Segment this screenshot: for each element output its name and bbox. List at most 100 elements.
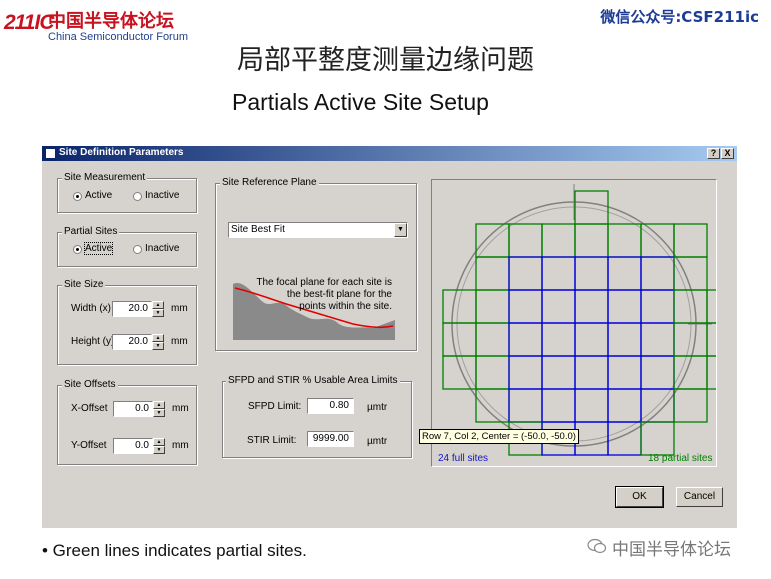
partial-site-cell[interactable]	[508, 223, 543, 258]
full-site-cell[interactable]	[541, 355, 576, 390]
full-site-cell[interactable]	[508, 355, 543, 390]
site-measurement-active-radio[interactable]	[73, 192, 82, 201]
logo-chinese-name: 中国半导体论坛	[48, 11, 174, 32]
partial-site-cell[interactable]	[442, 322, 477, 357]
close-button[interactable]: X	[721, 148, 734, 159]
full-site-cell[interactable]	[607, 388, 642, 423]
partial-sites-active-label[interactable]: Active	[83, 242, 114, 255]
partial-sites-count: 18 partial sites	[648, 453, 713, 464]
partial-site-cell[interactable]	[475, 388, 510, 423]
width-spinner[interactable]: ▲ ▼	[152, 301, 164, 317]
partial-site-cell[interactable]	[706, 355, 716, 390]
full-site-cell[interactable]	[541, 388, 576, 423]
full-sites-count: 24 full sites	[438, 453, 489, 464]
full-site-cell[interactable]	[640, 322, 675, 357]
full-site-cell[interactable]	[541, 322, 576, 357]
wechat-icon	[587, 538, 607, 554]
site-measurement-inactive-label[interactable]: Inactive	[145, 190, 179, 201]
full-site-cell[interactable]	[541, 289, 576, 324]
site-reference-plane-legend: Site Reference Plane	[220, 177, 319, 188]
stir-limit-unit: µmtr	[367, 436, 388, 447]
chevron-down-icon[interactable]: ▼	[394, 223, 407, 237]
full-site-cell[interactable]	[607, 256, 642, 291]
site-grid	[442, 190, 716, 456]
width-input[interactable]: 20.0	[112, 301, 152, 317]
height-spinner[interactable]: ▲ ▼	[152, 334, 164, 350]
full-site-cell[interactable]	[574, 256, 609, 291]
wechat-account: 微信公众号:CSF211ic	[600, 8, 759, 26]
ok-button[interactable]: OK	[615, 486, 664, 508]
full-site-cell[interactable]	[508, 256, 543, 291]
y-offset-input[interactable]: 0.0	[113, 438, 153, 454]
full-site-cell[interactable]	[574, 355, 609, 390]
full-site-cell[interactable]	[607, 355, 642, 390]
wafer-site-map[interactable]	[432, 180, 716, 466]
full-site-cell[interactable]	[508, 322, 543, 357]
full-site-cell[interactable]	[640, 289, 675, 324]
partial-site-cell[interactable]	[541, 223, 576, 258]
partial-site-cell[interactable]	[607, 223, 642, 258]
reference-plane-desc-line3: points within the site.	[299, 301, 392, 312]
stir-limit-input[interactable]: 9999.00	[307, 431, 354, 447]
partial-site-cell[interactable]	[475, 355, 510, 390]
site-measurement-legend: Site Measurement	[62, 172, 148, 183]
partial-sites-inactive-radio[interactable]	[133, 245, 142, 254]
cancel-button[interactable]: Cancel	[676, 487, 723, 507]
x-offset-spinner[interactable]: ▲ ▼	[153, 401, 165, 417]
partial-site-cell[interactable]	[706, 322, 716, 357]
y-offset-spinner[interactable]: ▲ ▼	[153, 438, 165, 454]
partial-site-cell[interactable]	[640, 421, 675, 456]
full-site-cell[interactable]	[607, 421, 642, 456]
partial-site-cell[interactable]	[673, 223, 708, 258]
full-site-cell[interactable]	[574, 289, 609, 324]
reference-plane-desc-line2: the best-fit plane for the	[286, 289, 392, 300]
wafer-edge-exclusion	[456, 206, 692, 442]
y-offset-label: Y-Offset	[71, 440, 107, 451]
watermark-text: 中国半导体论坛	[612, 540, 731, 560]
partial-site-cell[interactable]	[475, 289, 510, 324]
full-site-cell[interactable]	[574, 322, 609, 357]
usable-area-limits-legend: SFPD and STIR % Usable Area Limits	[226, 375, 400, 386]
full-site-cell[interactable]	[574, 421, 609, 456]
bullet-note: • Green lines indicates partial sites.	[42, 541, 307, 560]
reference-plane-select[interactable]: Site Best Fit ▼	[228, 222, 408, 238]
wafer-map-panel[interactable]	[431, 179, 717, 467]
full-site-cell[interactable]	[541, 256, 576, 291]
dialog-grid-icon	[45, 148, 56, 159]
x-offset-label: X-Offset	[71, 403, 108, 414]
site-size-legend: Site Size	[62, 279, 106, 290]
partial-site-cell[interactable]	[475, 322, 510, 357]
partial-site-cell[interactable]	[706, 289, 716, 324]
reference-plane-selected: Site Best Fit	[231, 224, 285, 235]
sfpd-limit-input[interactable]: 0.80	[307, 398, 354, 414]
full-site-cell[interactable]	[640, 355, 675, 390]
height-unit: mm	[171, 336, 188, 347]
site-measurement-active-label[interactable]: Active	[85, 190, 112, 201]
full-site-cell[interactable]	[574, 388, 609, 423]
site-offsets-legend: Site Offsets	[62, 379, 118, 390]
reference-plane-desc-line1: The focal plane for each site is	[256, 277, 392, 288]
x-offset-input[interactable]: 0.0	[113, 401, 153, 417]
full-site-cell[interactable]	[640, 256, 675, 291]
site-definition-dialog: Site Definition Parameters ? X Site Meas…	[42, 146, 737, 528]
site-measurement-inactive-radio[interactable]	[133, 192, 142, 201]
height-input[interactable]: 20.0	[112, 334, 152, 350]
dialog-title: Site Definition Parameters	[59, 147, 184, 158]
site-tooltip: Row 7, Col 2, Center = (-50.0, -50.0)	[419, 429, 579, 444]
full-site-cell[interactable]	[508, 289, 543, 324]
help-button[interactable]: ?	[707, 148, 720, 159]
partial-site-cell[interactable]	[574, 223, 609, 258]
full-site-cell[interactable]	[607, 322, 642, 357]
dialog-titlebar: Site Definition Parameters ? X	[42, 146, 737, 161]
partial-sites-inactive-label[interactable]: Inactive	[145, 243, 179, 254]
sfpd-limit-label: SFPD Limit:	[248, 401, 302, 412]
partial-site-cell[interactable]	[442, 355, 477, 390]
partial-site-cell[interactable]	[640, 223, 675, 258]
partial-sites-active-radio[interactable]	[73, 245, 82, 254]
height-label: Height (y)	[71, 336, 115, 347]
full-site-cell[interactable]	[508, 388, 543, 423]
partial-site-cell[interactable]	[673, 388, 708, 423]
full-site-cell[interactable]	[607, 289, 642, 324]
partial-site-cell[interactable]	[442, 289, 477, 324]
partial-site-cell[interactable]	[475, 256, 510, 291]
